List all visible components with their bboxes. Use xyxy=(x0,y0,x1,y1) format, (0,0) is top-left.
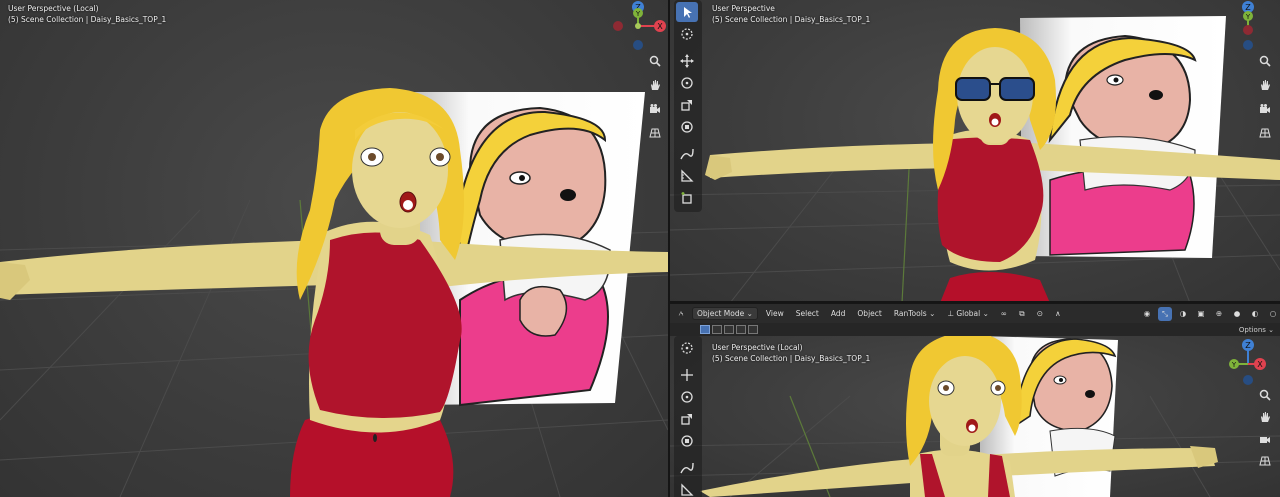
viewport-info: User Perspective (Local) (5) Scene Colle… xyxy=(712,342,870,364)
collection-label: (5) Scene Collection | Daisy_Basics_TOP_… xyxy=(8,15,167,24)
area-divider-vertical[interactable] xyxy=(668,0,670,497)
zoom-icon[interactable] xyxy=(645,52,665,70)
scene-render xyxy=(0,88,668,497)
xray-icon[interactable]: ▣ xyxy=(1194,307,1208,321)
menu-select[interactable]: Select xyxy=(792,308,823,319)
mode-label: Object Mode xyxy=(697,309,745,318)
visibility-icon[interactable]: ◉ xyxy=(1140,307,1154,321)
viewport-info: User Perspective (5) Scene Collection | … xyxy=(712,3,870,25)
zoom-icon[interactable] xyxy=(1255,386,1275,404)
transform-icon[interactable] xyxy=(676,117,698,137)
gizmo-toggle-icon[interactable]: ⤡ xyxy=(1158,306,1172,321)
proportional-icon[interactable]: ⊙ xyxy=(1033,307,1047,321)
tool-settings-bar: Options ⌄ xyxy=(670,323,1280,336)
shading-wire-icon[interactable]: ⊕ xyxy=(1212,307,1226,321)
scale-icon[interactable] xyxy=(676,409,698,429)
select-mode-subtract-icon[interactable] xyxy=(724,325,734,334)
perspective-label: User Perspective (Local) xyxy=(8,4,99,13)
options-label: Options xyxy=(1238,325,1266,334)
perspective-label: User Perspective xyxy=(712,4,775,13)
grid-view-icon[interactable] xyxy=(1255,124,1275,142)
select-mode-extend-icon[interactable] xyxy=(712,325,722,334)
overlay-icon[interactable]: ◑ xyxy=(1176,307,1190,321)
nav-controls xyxy=(1255,386,1275,470)
shading-solid-icon[interactable]: ● xyxy=(1230,307,1244,321)
navigation-gizmo[interactable]: Z Y xyxy=(1220,0,1278,58)
nav-controls xyxy=(1255,52,1275,142)
camera-icon[interactable] xyxy=(1255,430,1275,448)
measure-icon[interactable] xyxy=(676,166,698,186)
cursor-icon[interactable] xyxy=(676,24,698,44)
viewport-info: User Perspective (Local) (5) Scene Colle… xyxy=(8,3,166,25)
hand-pan-icon[interactable] xyxy=(1255,76,1275,94)
rotate-icon[interactable] xyxy=(676,387,698,407)
rotate-icon[interactable] xyxy=(676,73,698,93)
add-cube-icon[interactable] xyxy=(676,188,698,208)
menu-add[interactable]: Add xyxy=(827,308,850,319)
tool-shelf xyxy=(674,336,702,497)
viewport-header: Object Mode ⌄ View Select Add Object Ran… xyxy=(670,303,1280,323)
options-menu[interactable]: Options ⌄ xyxy=(1239,326,1274,334)
gizmo-z-label: Z xyxy=(1245,341,1251,350)
pivot-icon[interactable]: ∞ xyxy=(997,307,1011,321)
shading-material-icon[interactable]: ◐ xyxy=(1248,307,1262,321)
zoom-icon[interactable] xyxy=(1255,52,1275,70)
camera-icon[interactable] xyxy=(645,100,665,118)
menu-rantools-label: RanTools xyxy=(893,309,927,318)
measure-icon[interactable] xyxy=(676,480,698,497)
tool-shelf xyxy=(674,0,702,212)
snap-icon[interactable]: ⧉ xyxy=(1015,307,1029,321)
gizmo-x-label: X xyxy=(1257,360,1263,369)
select-mode-invert-icon[interactable] xyxy=(736,325,746,334)
grid-view-icon[interactable] xyxy=(645,124,665,142)
gizmo-y-label: Y xyxy=(635,10,641,18)
falloff-icon[interactable]: ∧ xyxy=(1051,307,1065,321)
hand-pan-icon[interactable] xyxy=(1255,408,1275,426)
editor-type-icon[interactable] xyxy=(674,307,688,321)
collection-label: (5) Scene Collection | Daisy_Basics_TOP_… xyxy=(712,15,871,24)
orientation-label: Global xyxy=(956,309,981,318)
move-icon[interactable] xyxy=(676,365,698,385)
scene-render xyxy=(705,16,1280,303)
menu-rantools[interactable]: RanTools ⌄ xyxy=(890,308,940,319)
camera-icon[interactable] xyxy=(1255,100,1275,118)
cursor-icon[interactable] xyxy=(676,338,698,358)
shading-render-icon[interactable]: ○ xyxy=(1266,307,1280,321)
viewport-top-right[interactable]: User Perspective (5) Scene Collection | … xyxy=(670,0,1280,303)
viewport-left[interactable]: User Perspective (Local) (5) Scene Colle… xyxy=(0,0,668,497)
orientation-selector[interactable]: ⊥ Global ⌄ xyxy=(943,308,993,319)
move-icon[interactable] xyxy=(676,51,698,71)
navigation-gizmo[interactable]: Z Y X xyxy=(610,0,668,58)
gizmo-z-label: Z xyxy=(1245,3,1251,12)
gizmo-y-label: Y xyxy=(1231,361,1237,369)
menu-view[interactable]: View xyxy=(762,308,788,319)
scale-icon[interactable] xyxy=(676,95,698,115)
perspective-label: User Perspective (Local) xyxy=(712,343,803,352)
hand-pan-icon[interactable] xyxy=(645,76,665,94)
select-box-icon[interactable] xyxy=(676,2,698,22)
area-divider-horizontal[interactable] xyxy=(670,301,1280,303)
annotate-icon[interactable] xyxy=(676,458,698,478)
mode-selector[interactable]: Object Mode ⌄ xyxy=(692,307,758,320)
transform-icon[interactable] xyxy=(676,431,698,451)
viewport-bottom-right[interactable]: User Perspective (Local) (5) Scene Colle… xyxy=(670,336,1280,497)
collection-label: (5) Scene Collection | Daisy_Basics_TOP_… xyxy=(712,354,871,363)
gizmo-x-label: X xyxy=(657,22,663,31)
select-mode-new-icon[interactable] xyxy=(700,325,710,334)
gizmo-y-label: Y xyxy=(1245,13,1251,21)
menu-object[interactable]: Object xyxy=(853,308,885,319)
annotate-icon[interactable] xyxy=(676,144,698,164)
nav-controls xyxy=(645,52,665,142)
select-mode-intersect-icon[interactable] xyxy=(748,325,758,334)
grid-view-icon[interactable] xyxy=(1255,452,1275,470)
